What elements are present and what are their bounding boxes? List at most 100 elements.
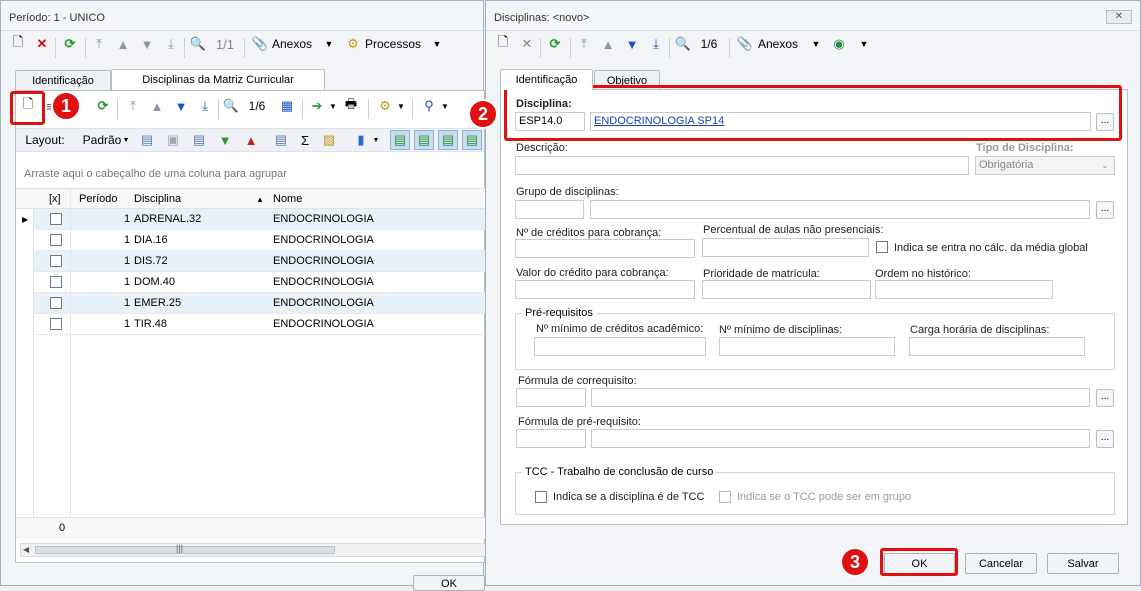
cancel-button[interactable]: Cancelar [965, 553, 1037, 574]
save-button[interactable]: Salvar [1047, 553, 1119, 574]
last-record-icon[interactable]: ⤓ [647, 34, 665, 54]
horizontal-scrollbar[interactable]: ◀ ||| [20, 543, 486, 557]
note-icon[interactable]: ▧ [320, 130, 338, 150]
next-record-icon[interactable]: ▼ [138, 34, 156, 54]
formula-coreq-lookup-button[interactable]: ... [1096, 389, 1114, 407]
layout-copy-icon[interactable]: ▣ [164, 130, 182, 150]
binoculars-icon[interactable]: 🔍 [673, 34, 693, 54]
table-row[interactable]: 1 EMER.25 ENDOCRINOLOGIA [34, 293, 486, 314]
next-record-icon[interactable]: ▼ [623, 34, 641, 54]
carga-field[interactable] [909, 337, 1085, 356]
delete-icon[interactable]: ✕ [518, 34, 536, 54]
row-checkbox[interactable] [50, 297, 62, 309]
table-row[interactable]: ▶ 1 ADRENAL.32 ENDOCRINOLOGIA [22, 209, 486, 230]
tab-identificacao[interactable]: Identificação [500, 69, 593, 90]
ordem-field[interactable] [875, 280, 1053, 299]
formula-coreq-field[interactable] [591, 388, 1090, 407]
formula-prereq-field[interactable] [591, 429, 1090, 448]
chart-icon[interactable]: ▮ [352, 130, 370, 150]
print-icon[interactable]: 🖶 [342, 96, 360, 116]
col-periodo[interactable]: Período [79, 193, 118, 205]
chevron-down-icon[interactable]: ▼ [858, 34, 870, 54]
attachment-icon[interactable]: 📎 [737, 34, 753, 54]
tcc-group-checkbox[interactable] [719, 491, 731, 503]
chevron-down-icon[interactable]: ▼ [431, 34, 443, 54]
layout-select[interactable]: Padrão [82, 130, 122, 150]
grupo-code-field[interactable] [515, 200, 584, 219]
next-record-icon[interactable]: ▼ [172, 96, 190, 116]
creditos-cobranca-field[interactable] [515, 239, 695, 258]
filter-icon[interactable]: ⚲ [420, 96, 438, 116]
refresh-icon[interactable]: ⟳ [545, 34, 565, 54]
table-row[interactable]: 1 DIS.72 ENDOCRINOLOGIA [34, 251, 486, 272]
previous-record-icon[interactable]: ▲ [599, 34, 617, 54]
view-extra-icon[interactable]: ▤ [462, 130, 482, 150]
globe-icon[interactable]: ◉ [830, 34, 848, 54]
attachment-icon[interactable]: 📎 [252, 34, 268, 54]
delete-icon[interactable]: ✕ [33, 34, 51, 54]
previous-record-icon[interactable]: ▲ [148, 96, 166, 116]
calendar-icon[interactable]: ▦ [278, 96, 296, 116]
layout-edit-icon[interactable]: ▤ [190, 130, 208, 150]
chevron-down-icon[interactable]: ▼ [328, 96, 338, 116]
new-icon[interactable]: 🗋 [9, 34, 27, 54]
min-creditos-field[interactable] [534, 337, 706, 356]
table-row[interactable]: 1 TIR.48 ENDOCRINOLOGIA [34, 314, 486, 335]
gears-icon[interactable]: ⚙ [344, 34, 362, 54]
formula-coreq-code-field[interactable] [516, 388, 586, 407]
indica-media-checkbox[interactable] [876, 241, 888, 253]
tab-disciplinas-matriz[interactable]: Disciplinas da Matriz Curricular [111, 69, 325, 90]
scroll-thumb[interactable] [35, 546, 335, 554]
grupo-name-field[interactable] [590, 200, 1090, 219]
col-nome[interactable]: Nome [273, 193, 302, 205]
grupo-lookup-button[interactable]: ... [1096, 201, 1114, 219]
previous-record-icon[interactable]: ▲ [114, 34, 132, 54]
formula-prereq-lookup-button[interactable]: ... [1096, 430, 1114, 448]
table-row[interactable]: 1 DOM.40 ENDOCRINOLOGIA [34, 272, 486, 293]
layout-export-icon[interactable]: ▲ [242, 130, 260, 150]
formula-prereq-code-field[interactable] [516, 429, 586, 448]
row-checkbox[interactable] [50, 276, 62, 288]
table-row[interactable]: 1 DIA.16 ENDOCRINOLOGIA [34, 230, 486, 251]
view-form-icon[interactable]: ▤ [414, 130, 434, 150]
first-record-icon[interactable]: ⤒ [575, 34, 593, 54]
new-icon[interactable]: 🗋 [494, 34, 512, 54]
row-checkbox[interactable] [50, 255, 62, 267]
refresh-icon[interactable]: ⟳ [60, 34, 80, 54]
tipo-select[interactable]: Obrigatória [975, 156, 1115, 175]
chevron-down-icon[interactable]: ▼ [323, 34, 335, 54]
valor-credito-field[interactable] [515, 280, 695, 299]
left-ok-button[interactable]: OK [413, 575, 485, 591]
chevron-down-icon[interactable]: ▼ [440, 96, 450, 116]
tab-identificacao[interactable]: Identificação [15, 70, 111, 90]
view-split-icon[interactable]: ▤ [438, 130, 458, 150]
scroll-left-icon[interactable]: ◀ [23, 545, 29, 554]
chevron-down-icon[interactable]: ⌄ [1101, 160, 1109, 171]
last-record-icon[interactable]: ⤓ [162, 34, 180, 54]
attachments-menu[interactable]: Anexos [272, 34, 318, 54]
refresh-icon[interactable]: ⟳ [94, 96, 112, 116]
chevron-down-icon[interactable]: ▼ [372, 130, 380, 150]
col-disciplina[interactable]: Disciplina [134, 193, 181, 205]
tcc-checkbox[interactable] [535, 491, 547, 503]
row-checkbox[interactable] [50, 318, 62, 330]
last-record-icon[interactable]: ⤓ [196, 96, 214, 116]
row-checkbox[interactable] [50, 234, 62, 246]
descricao-field[interactable] [515, 156, 969, 175]
group-hint[interactable]: Arraste aqui o cabeçalho de uma coluna p… [24, 168, 287, 180]
sigma-icon[interactable]: Σ [296, 130, 314, 150]
view-grid-icon[interactable]: ▤ [390, 130, 410, 150]
percentual-field[interactable] [702, 238, 869, 257]
row-checkbox[interactable] [50, 213, 62, 225]
binoculars-icon[interactable]: 🔍 [222, 96, 240, 116]
gears-icon[interactable]: ⚙ [376, 96, 394, 116]
min-disciplinas-field[interactable] [719, 337, 895, 356]
col-select[interactable]: [x] [49, 193, 61, 205]
processes-menu[interactable]: Processos [365, 34, 427, 54]
close-icon[interactable]: ✕ [1106, 10, 1132, 24]
first-record-icon[interactable]: ⤒ [124, 96, 142, 116]
layout-save-icon[interactable]: ▤ [138, 130, 156, 150]
binoculars-icon[interactable]: 🔍 [188, 34, 208, 54]
attachments-menu[interactable]: Anexos [758, 34, 804, 54]
sum-icon[interactable]: ▤ [272, 130, 290, 150]
